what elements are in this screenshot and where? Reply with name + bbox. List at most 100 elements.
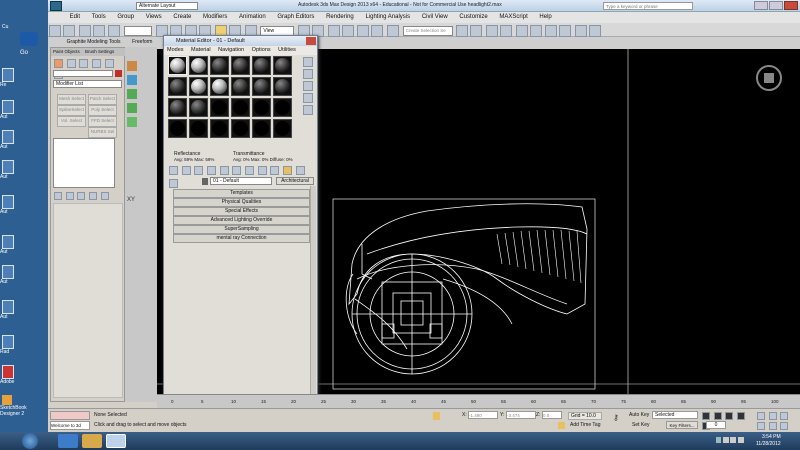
- add-time-tag[interactable]: Add Time Tag: [570, 422, 600, 428]
- tray-arrow-icon[interactable]: [716, 437, 721, 443]
- material-sample-slot[interactable]: [273, 56, 292, 75]
- close-button[interactable]: [784, 1, 798, 10]
- desktop-icon[interactable]: Adobe: [0, 365, 16, 387]
- remove-modifier-icon[interactable]: [89, 192, 98, 200]
- mesh-select-button[interactable]: Mesh Select: [57, 94, 86, 105]
- spline-select-button[interactable]: SplineSelect: [57, 105, 86, 116]
- scatter-icon[interactable]: [127, 103, 137, 113]
- rollout-advanced-lighting-override[interactable]: Advanced Lighting Override: [173, 216, 310, 225]
- material-sample-slot[interactable]: [168, 119, 187, 138]
- field-of-view-icon[interactable]: [757, 422, 765, 430]
- redo-icon[interactable]: [63, 25, 75, 37]
- hierarchy-icon[interactable]: [79, 59, 89, 68]
- go-to-parent-icon[interactable]: [295, 166, 305, 175]
- material-editor-icon[interactable]: [545, 25, 558, 37]
- menu-customize[interactable]: Customize: [454, 12, 492, 23]
- desktop-icon[interactable]: Rad: [0, 335, 16, 357]
- key-filters-button[interactable]: Key Filters...: [666, 421, 698, 429]
- auto-key-dropdown[interactable]: Selected: [652, 411, 698, 419]
- desktop-icon[interactable]: Aut: [0, 160, 16, 182]
- dell-icon[interactable]: [20, 32, 38, 46]
- bind-icon[interactable]: [108, 25, 121, 37]
- selection-set-field[interactable]: Create Selection Se: [402, 26, 453, 36]
- make-unique-icon[interactable]: [77, 192, 86, 200]
- material-editor-scrollbar[interactable]: [310, 186, 316, 416]
- mirror-icon[interactable]: [456, 25, 469, 37]
- menu-graph-editors[interactable]: Graph Editors: [272, 12, 319, 23]
- taskbar-ie-icon[interactable]: [58, 434, 78, 448]
- reset-map-icon[interactable]: [207, 166, 217, 175]
- object-name-field[interactable]: [53, 70, 113, 77]
- orbit-icon[interactable]: [780, 422, 789, 430]
- current-frame-field[interactable]: 0: [706, 421, 726, 429]
- material-sample-slot[interactable]: [168, 56, 187, 75]
- workspace-dropdown[interactable]: Alternate Layout: [136, 2, 198, 10]
- menu-utilities[interactable]: Utilities: [275, 47, 299, 53]
- background-icon[interactable]: [303, 81, 313, 91]
- copy-material-icon[interactable]: [219, 166, 229, 175]
- modifier-stack[interactable]: [53, 138, 115, 188]
- spinner-snap-icon[interactable]: [387, 25, 400, 37]
- rollout-mental-ray-connection[interactable]: mental ray Connection: [173, 234, 310, 243]
- make-unique-icon[interactable]: [232, 166, 242, 175]
- unlink-icon[interactable]: [92, 25, 105, 37]
- angle-snap-icon[interactable]: [357, 25, 370, 37]
- tray-network-icon[interactable]: [722, 437, 729, 443]
- menu-lighting-analysis[interactable]: Lighting Analysis: [360, 12, 415, 23]
- menu-navigation[interactable]: Navigation: [215, 47, 247, 53]
- uv-tiling-icon[interactable]: [303, 93, 313, 103]
- play-icon[interactable]: [725, 412, 734, 420]
- taskbar-explorer-icon[interactable]: [82, 434, 102, 448]
- menu-rendering[interactable]: Rendering: [321, 12, 359, 23]
- put-to-scene-icon[interactable]: [181, 166, 191, 175]
- modify-icon[interactable]: [66, 59, 76, 68]
- maxscript-listener[interactable]: [50, 411, 90, 420]
- zoom-all-icon[interactable]: [768, 412, 777, 420]
- keyboard-shortcut-icon[interactable]: [327, 25, 340, 37]
- pan-icon[interactable]: [768, 422, 777, 430]
- desktop-icon[interactable]: Re: [0, 68, 16, 90]
- material-sample-slot[interactable]: [210, 119, 229, 138]
- menu-edit[interactable]: Edit: [65, 12, 85, 23]
- set-key-button[interactable]: Set Key: [632, 422, 650, 428]
- previous-frame-icon[interactable]: [713, 412, 722, 420]
- material-editor-close-button[interactable]: [306, 37, 316, 45]
- material-sample-slot[interactable]: [210, 56, 229, 75]
- pin-stack-icon[interactable]: [54, 192, 62, 200]
- material-sample-slot[interactable]: [189, 56, 208, 75]
- menu-views[interactable]: Views: [141, 12, 167, 23]
- show-map-icon[interactable]: [270, 166, 280, 175]
- y-coordinate[interactable]: -3.474: [506, 411, 536, 419]
- zoom-extents-icon[interactable]: [780, 412, 789, 420]
- desktop-icon[interactable]: Aut: [0, 100, 16, 122]
- tray-volume-icon[interactable]: [730, 437, 737, 443]
- undo-icon[interactable]: [49, 25, 61, 37]
- curve-editor-icon[interactable]: [515, 25, 528, 37]
- tab-paint-objects[interactable]: Paint Objects: [51, 49, 82, 54]
- align-icon[interactable]: [470, 25, 483, 37]
- ffd-select-button[interactable]: FFD Select: [88, 116, 117, 127]
- clock-time[interactable]: 3:54 PM: [762, 434, 781, 440]
- next-frame-icon[interactable]: [737, 412, 746, 420]
- schematic-icon[interactable]: [529, 25, 542, 37]
- eyedropper-icon[interactable]: [202, 178, 208, 185]
- rendered-frame-icon[interactable]: [575, 25, 588, 37]
- show-end-result-icon[interactable]: [65, 192, 74, 200]
- desktop-icon[interactable]: Aut: [0, 300, 16, 322]
- maximize-button[interactable]: [769, 1, 783, 10]
- sketchbook-icon[interactable]: SketchBook Designer 2: [0, 395, 46, 417]
- rollout-supersampling[interactable]: SuperSampling: [173, 225, 310, 234]
- go-forward-icon[interactable]: [169, 179, 178, 188]
- layer-icon[interactable]: [486, 25, 499, 37]
- brush-icon[interactable]: [127, 61, 137, 71]
- show-end-result-icon[interactable]: [283, 166, 293, 175]
- menu-civil-view[interactable]: Civil View: [417, 12, 453, 23]
- start-button[interactable]: [22, 433, 38, 449]
- graphite-icon[interactable]: [500, 25, 513, 37]
- assign-material-icon[interactable]: [194, 166, 204, 175]
- green-arrow-icon[interactable]: [127, 89, 137, 99]
- desktop-icon[interactable]: Aut: [0, 265, 16, 287]
- app-logo-icon[interactable]: [50, 1, 62, 11]
- patch-select-button[interactable]: Patch Select: [88, 94, 117, 105]
- snap-icon[interactable]: [341, 25, 354, 37]
